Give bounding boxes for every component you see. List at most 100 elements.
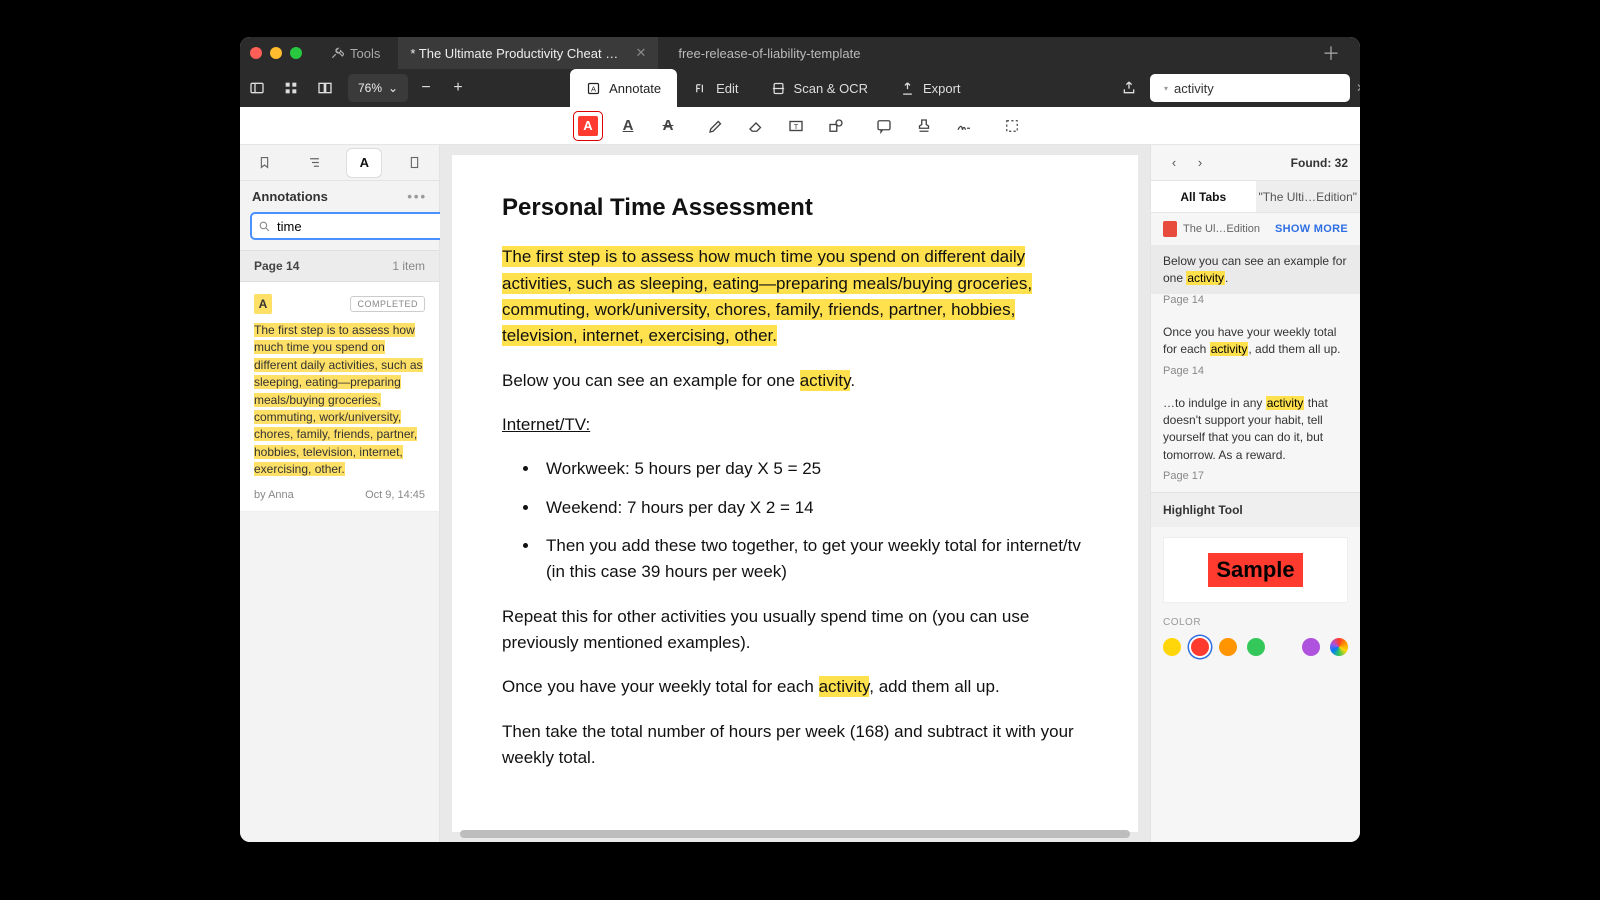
color-custom[interactable] (1330, 638, 1348, 656)
scan-icon (771, 81, 786, 96)
next-result-button[interactable]: › (1189, 152, 1211, 174)
textbox-tool[interactable]: T (781, 111, 811, 141)
sidebar-tab-bookmarks[interactable] (248, 149, 282, 177)
results-tab-doc[interactable]: "The Ulti…Edition" (1256, 181, 1361, 212)
highlighted-paragraph: The first step is to assess how much tim… (502, 246, 1032, 346)
chevron-down-icon: ⌄ (388, 81, 398, 95)
results-doc-header: The Ul…Edition SHOW MORE (1151, 213, 1360, 245)
search-result[interactable]: Below you can see an example for one act… (1151, 245, 1360, 294)
tools-label: Tools (350, 46, 380, 61)
mode-edit[interactable]: Edit (677, 69, 754, 107)
body-text: Repeat this for other activities you usu… (502, 604, 1088, 657)
search-result-page: Page 14 (1151, 294, 1360, 316)
list-item: Then you add these two together, to get … (540, 533, 1088, 586)
mode-label: Scan & OCR (794, 81, 868, 96)
underline-tool[interactable]: A (613, 111, 643, 141)
underline-icon: A (623, 117, 634, 134)
sidebar-tab-pages[interactable] (397, 149, 431, 177)
section-heading: Internet/TV: (502, 412, 1088, 438)
highlight-icon: A (578, 116, 598, 136)
window-zoom-button[interactable] (290, 47, 302, 59)
svg-text:A: A (591, 84, 596, 93)
tools-icon (330, 46, 344, 60)
new-tab-button[interactable]: ＋ (1312, 40, 1350, 66)
sidebar-tabs: A (240, 145, 439, 181)
zoom-in-button[interactable]: + (444, 74, 472, 102)
color-red[interactable] (1191, 638, 1209, 656)
annotate-icon: A (586, 81, 601, 96)
pen-tool[interactable] (701, 111, 731, 141)
document-viewport[interactable]: Personal Time Assessment The first step … (440, 145, 1150, 842)
share-button[interactable] (1114, 73, 1144, 103)
signature-tool[interactable] (949, 111, 979, 141)
show-more-button[interactable]: SHOW MORE (1275, 223, 1348, 235)
page-title: Personal Time Assessment (502, 189, 1088, 226)
signature-icon (955, 117, 973, 135)
annotations-search-input[interactable] (277, 219, 453, 234)
stamp-tool[interactable] (909, 111, 939, 141)
mode-scan[interactable]: Scan & OCR (755, 69, 884, 107)
clear-search-button[interactable]: ✕ (1356, 81, 1360, 95)
global-search-input[interactable] (1174, 81, 1350, 96)
sample-text: Sample (1208, 553, 1302, 587)
doc-tab-title: * The Ultimate Productivity Cheat Sheet … (410, 46, 625, 61)
color-swatches (1151, 628, 1360, 666)
tools-menu[interactable]: Tools (320, 46, 390, 61)
highlight-sample: Sample (1163, 537, 1348, 603)
horizontal-scrollbar[interactable] (460, 830, 1130, 838)
mode-annotate[interactable]: A Annotate (570, 69, 677, 107)
search-panel: ‹ › Found: 32 All Tabs "The Ulti…Edition… (1150, 145, 1360, 842)
doc-tab-active[interactable]: * The Ultimate Productivity Cheat Sheet … (398, 37, 658, 69)
split-view-button[interactable] (308, 73, 342, 103)
highlight-tool[interactable]: A (573, 111, 603, 141)
color-orange[interactable] (1219, 638, 1237, 656)
search-result[interactable]: Once you have your weekly total for each… (1151, 316, 1360, 365)
note-tool[interactable] (869, 111, 899, 141)
zoom-out-button[interactable]: − (412, 74, 440, 102)
outline-icon (307, 155, 322, 170)
doc-tab[interactable]: free-release-of-liability-template (666, 37, 872, 69)
bullet-list: Workweek: 5 hours per day X 5 = 25 Weeke… (502, 456, 1088, 585)
close-icon[interactable]: ✕ (635, 45, 646, 61)
search-icon (258, 220, 271, 233)
zoom-select[interactable]: 76% ⌄ (348, 74, 408, 102)
doc-tab-title: free-release-of-liability-template (678, 46, 860, 61)
pdf-icon (1163, 221, 1177, 237)
color-yellow[interactable] (1163, 638, 1181, 656)
body-text: Once you have your weekly total for each… (502, 674, 1088, 700)
eraser-tool[interactable] (741, 111, 771, 141)
select-area-tool[interactable] (997, 111, 1027, 141)
sidebar-tab-annotations[interactable]: A (347, 149, 381, 177)
results-tab-all[interactable]: All Tabs (1151, 181, 1256, 212)
window-close-button[interactable] (250, 47, 262, 59)
search-result[interactable]: …to indulge in any activity that doesn't… (1151, 387, 1360, 471)
annotation-card[interactable]: A COMPLETED The first step is to assess … (240, 282, 439, 512)
sidebar-page-header: Page 14 1 item (240, 250, 439, 282)
annotate-toolbar: A A A T (240, 107, 1360, 145)
color-purple[interactable] (1302, 638, 1320, 656)
window-minimize-button[interactable] (270, 47, 282, 59)
search-hit: activity (800, 370, 851, 391)
search-result-page: Page 14 (1151, 365, 1360, 387)
shapes-tool[interactable] (821, 111, 851, 141)
color-green[interactable] (1247, 638, 1265, 656)
mode-tabs: A Annotate Edit Scan & OCR Export (570, 69, 976, 107)
list-item: Weekend: 7 hours per day X 2 = 14 (540, 495, 1088, 521)
mode-export[interactable]: Export (884, 69, 977, 107)
sidebar-heading: Annotations (252, 189, 328, 204)
page-icon (407, 155, 422, 170)
export-icon (900, 81, 915, 96)
thumbnails-button[interactable] (274, 73, 308, 103)
sidebar-tab-outline[interactable] (298, 149, 332, 177)
strikethrough-icon: A (663, 117, 674, 134)
results-count: Found: 32 (1291, 156, 1348, 170)
strikethrough-tool[interactable]: A (653, 111, 683, 141)
global-search[interactable]: ▾ ✕ (1150, 74, 1350, 102)
sidebar-more-button[interactable]: ••• (407, 189, 427, 204)
prev-result-button[interactable]: ‹ (1163, 152, 1185, 174)
content-area: A Annotations ••• ✕ Page 14 1 item (240, 145, 1360, 842)
mode-label: Annotate (609, 81, 661, 96)
toggle-sidebar-button[interactable] (240, 73, 274, 103)
list-item: Workweek: 5 hours per day X 5 = 25 (540, 456, 1088, 482)
sidebar-page-count: 1 item (392, 259, 425, 273)
